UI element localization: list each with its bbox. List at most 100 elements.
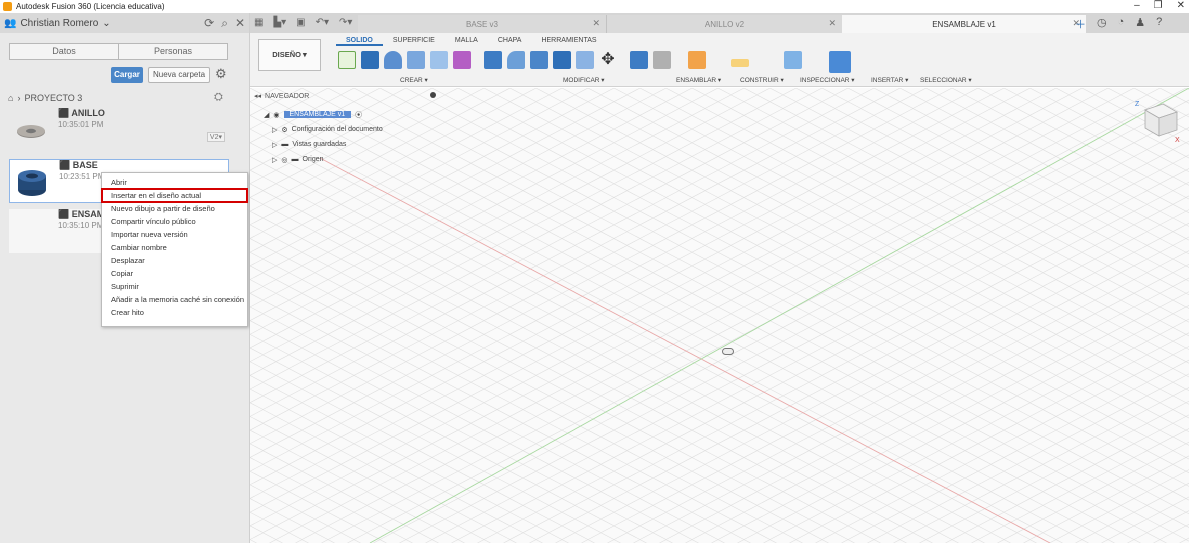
tree-origin[interactable]: ▷ ◎ ▬ Origen (264, 152, 383, 167)
revolve-icon[interactable] (384, 51, 402, 69)
move-icon[interactable]: ✥ (599, 51, 617, 69)
job-status-icon[interactable]: ◔ (1118, 16, 1125, 32)
grid-line (1075, 482, 1189, 543)
tree-root[interactable]: ◢ ◉ ENSAMBLAJE v1 ⦿ (264, 107, 383, 122)
minimize-button[interactable]: – (1134, 0, 1140, 11)
tab-base[interactable]: BASE v3 ✕ (358, 15, 606, 33)
version-badge[interactable]: V2▾ (206, 132, 225, 142)
measure-icon[interactable] (731, 59, 749, 67)
undo-icon[interactable]: ↶▾ (316, 17, 329, 28)
group-seleccionar[interactable]: SELECCIONAR ▾ (920, 76, 972, 84)
tab-ensamblaje[interactable]: ENSAMBLAJE v1 ✕ (842, 15, 1086, 39)
hole-icon[interactable] (407, 51, 425, 69)
new-folder-button[interactable]: Nueva carpeta (148, 67, 210, 83)
tool-icon-row: ✥ (338, 51, 851, 73)
group-modificar[interactable]: MODIFICAR ▾ (563, 76, 605, 84)
chamfer-icon[interactable] (530, 51, 548, 69)
extrude-icon[interactable] (361, 51, 379, 69)
notifications-icon[interactable]: ♟ (1135, 16, 1145, 32)
close-panel-icon[interactable]: ✕ (235, 16, 245, 31)
fillet-icon[interactable] (507, 51, 525, 69)
group-insertar[interactable]: INSERTAR ▾ (871, 76, 908, 84)
workspace-switcher[interactable]: DISEÑO ▾ (258, 39, 321, 71)
tab-personas[interactable]: Personas (118, 44, 227, 59)
save-icon[interactable]: ▣ (296, 17, 305, 28)
grid-line (633, 250, 1189, 543)
breadcrumb: ⌂ › PROYECTO 3 (8, 93, 82, 103)
close-tab-icon[interactable]: ✕ (592, 18, 600, 29)
grid-line (769, 88, 1189, 309)
joint-icon[interactable] (653, 51, 671, 69)
grid-line (1153, 523, 1189, 543)
collapse-icon[interactable]: ◂◂ (254, 92, 261, 100)
file-menu-icon[interactable]: ▙▾ (273, 17, 286, 28)
combine-icon[interactable] (576, 51, 594, 69)
grid-line (743, 88, 1189, 323)
visibility-off-icon[interactable]: ◎ (281, 156, 287, 164)
refresh-icon[interactable]: ⟳ (204, 16, 214, 31)
root-label[interactable]: ENSAMBLAJE v1 (283, 111, 352, 118)
close-tab-icon[interactable]: ✕ (828, 18, 836, 29)
pin-icon[interactable] (430, 92, 436, 98)
new-component-icon[interactable] (630, 51, 648, 69)
tree-config[interactable]: ▷ ⚙ Configuración del documento (264, 122, 383, 137)
group-inspeccionar[interactable]: INSPECCIONAR ▾ (800, 76, 855, 84)
home-icon[interactable]: ⌂ (8, 93, 13, 103)
tab-malla[interactable]: MALLA (445, 36, 488, 46)
grid-line (503, 181, 1189, 543)
menu-item-nuevo-dibujo[interactable]: Nuevo dibujo a partir de diseño (102, 202, 247, 215)
redo-icon[interactable]: ↷▾ (339, 17, 352, 28)
tab-datos[interactable]: Datos (10, 44, 118, 59)
group-construir[interactable]: CONSTRUIR ▾ (740, 76, 784, 84)
close-button[interactable]: ✕ (1177, 0, 1185, 11)
expand-icon[interactable]: ▷ (272, 141, 277, 149)
tab-solido[interactable]: SOLIDO (336, 36, 383, 46)
file-item-anillo[interactable]: ⬛ ANILLO 10:35:01 PM V2▾ (9, 108, 229, 152)
menu-item-crear-hito[interactable]: Crear hito (102, 306, 247, 319)
select-icon[interactable] (829, 51, 851, 73)
help-icon[interactable]: ? (1156, 16, 1162, 32)
extensions-icon[interactable]: ◷ (1097, 16, 1107, 32)
visibility-icon[interactable]: ◉ (273, 111, 279, 119)
pattern-icon[interactable] (430, 51, 448, 69)
menu-item-suprimir[interactable]: Suprimir (102, 280, 247, 293)
press-pull-icon[interactable] (484, 51, 502, 69)
tab-herramientas[interactable]: HERRAMIENTAS (531, 36, 606, 46)
browser-tree: ◢ ◉ ENSAMBLAJE v1 ⦿ ▷ ⚙ Configuración de… (264, 107, 383, 167)
expand-icon[interactable]: ▷ (272, 126, 277, 134)
project-settings-icon[interactable]: ⛭ (214, 91, 223, 104)
tab-anillo[interactable]: ANILLO v2 ✕ (606, 15, 842, 33)
menu-item-copiar[interactable]: Copiar (102, 267, 247, 280)
tab-superficie[interactable]: SUPERFICIE (383, 36, 445, 46)
search-icon[interactable]: ⌕ (221, 16, 228, 31)
viewcube[interactable]: Z X (1133, 96, 1181, 144)
create-form-icon[interactable] (453, 51, 471, 69)
group-ensamblar[interactable]: ENSAMBLAR ▾ (676, 76, 721, 84)
expand-icon[interactable]: ◢ (264, 111, 269, 119)
grid-line (535, 88, 1189, 433)
create-sketch-icon[interactable] (338, 51, 356, 69)
insert-image-icon[interactable] (784, 51, 802, 69)
menu-item-insertar[interactable]: Insertar en el diseño actual (101, 188, 248, 203)
expand-icon[interactable]: ▷ (272, 156, 277, 164)
menu-item-compartir[interactable]: Compartir vínculo público (102, 215, 247, 228)
user-menu[interactable]: 👥 Christian Romero ⌄ (4, 18, 111, 29)
menu-item-importar[interactable]: Importar nueva versión (102, 228, 247, 241)
activate-icon[interactable]: ⦿ (355, 110, 362, 120)
menu-item-cambiar-nombre[interactable]: Cambiar nombre (102, 241, 247, 254)
tree-views[interactable]: ▷ ▬ Vistas guardadas (264, 137, 383, 152)
breadcrumb-project[interactable]: PROYECTO 3 (24, 93, 82, 103)
group-crear[interactable]: CREAR ▾ (400, 76, 428, 84)
tab-chapa[interactable]: CHAPA (488, 36, 532, 46)
offset-plane-icon[interactable] (688, 51, 706, 69)
menu-item-cache[interactable]: Añadir a la memoria caché sin conexión (102, 293, 247, 306)
maximize-button[interactable]: ❐ (1154, 0, 1163, 11)
gear-icon[interactable]: ⚙ (215, 66, 227, 82)
shell-icon[interactable] (553, 51, 571, 69)
canvas-viewport[interactable]: ◂◂ NAVEGADOR ◢ ◉ ENSAMBLAJE v1 ⦿ ▷ ⚙ Con… (250, 88, 1189, 543)
menu-item-abrir[interactable]: Abrir (102, 176, 247, 189)
menu-item-desplazar[interactable]: Desplazar (102, 254, 247, 267)
grid-menu-icon[interactable]: ▦ (254, 17, 263, 28)
new-tab-icon[interactable]: ＋ (1075, 16, 1086, 32)
upload-button[interactable]: Cargar (111, 67, 143, 83)
